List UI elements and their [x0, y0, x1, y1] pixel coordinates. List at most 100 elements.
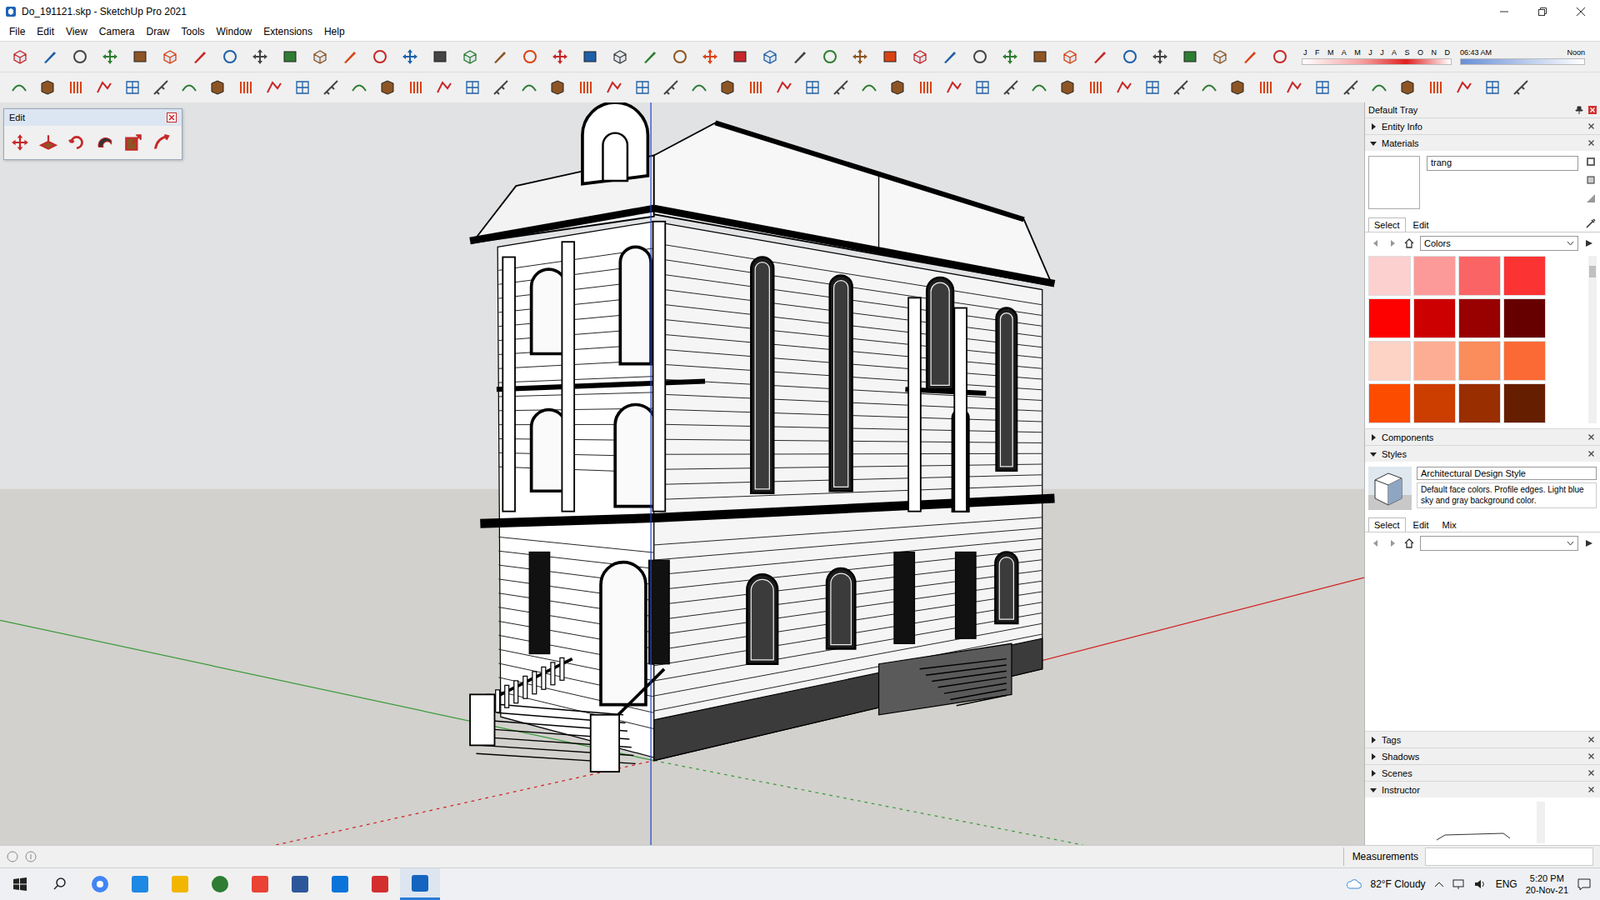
taskbar-app[interactable]: [160, 868, 200, 900]
tool-button[interactable]: [245, 43, 275, 70]
panel-header[interactable]: Styles: [1365, 445, 1600, 462]
tool-button[interactable]: [1025, 74, 1054, 101]
tool-button[interactable]: [883, 74, 912, 101]
details-icon[interactable]: [1583, 537, 1595, 550]
month-slider[interactable]: [1301, 58, 1452, 65]
tool-button[interactable]: [401, 74, 430, 101]
default-material-icon[interactable]: [1585, 174, 1597, 186]
tool-button[interactable]: [275, 43, 305, 70]
tool-button[interactable]: [425, 43, 455, 70]
scrollbar[interactable]: [1588, 255, 1597, 424]
close-icon[interactable]: [1587, 450, 1595, 458]
taskbar-app[interactable]: [360, 868, 400, 900]
tool-button[interactable]: [1393, 74, 1422, 101]
material-swatch[interactable]: [1368, 340, 1411, 381]
tool-button[interactable]: [125, 43, 155, 70]
create-material-icon[interactable]: [1585, 155, 1597, 168]
edit-tool-button[interactable]: [5, 129, 35, 156]
panel-header[interactable]: Scenes: [1365, 764, 1600, 781]
weather-text[interactable]: 82°F Cloudy: [1370, 878, 1425, 890]
edit-tool-button[interactable]: [119, 129, 148, 156]
home-icon[interactable]: [1403, 537, 1415, 550]
tool-button[interactable]: [855, 74, 884, 101]
menu-item[interactable]: Window: [210, 25, 259, 38]
tool-button[interactable]: [485, 43, 515, 70]
panel-header[interactable]: Shadows: [1365, 747, 1600, 765]
material-swatch[interactable]: [1413, 298, 1456, 339]
edit-tool-button[interactable]: [62, 129, 91, 156]
menu-item[interactable]: Extensions: [257, 25, 319, 38]
minimize-button[interactable]: [1485, 0, 1524, 23]
close-icon[interactable]: [1587, 752, 1595, 760]
tool-button[interactable]: [1085, 43, 1115, 70]
material-name-field[interactable]: trang: [1426, 155, 1579, 171]
tool-button[interactable]: [458, 74, 487, 101]
tool-button[interactable]: [996, 74, 1025, 101]
close-icon[interactable]: [1587, 122, 1595, 130]
material-swatch[interactable]: [1503, 298, 1546, 339]
tool-button[interactable]: [1265, 43, 1295, 70]
tool-button[interactable]: [95, 43, 125, 70]
material-swatch[interactable]: [1368, 255, 1411, 296]
tool-button[interactable]: [875, 43, 905, 70]
back-icon[interactable]: [1370, 537, 1382, 550]
style-name-field[interactable]: Architectural Design Style: [1416, 466, 1597, 480]
tool-button[interactable]: [845, 43, 875, 70]
tool-button[interactable]: [1450, 74, 1479, 101]
tool-button[interactable]: [935, 43, 965, 70]
tool-button[interactable]: [260, 74, 289, 101]
material-swatch[interactable]: [1368, 383, 1411, 424]
panel-tab[interactable]: Select: [1368, 217, 1406, 232]
tool-button[interactable]: [345, 74, 374, 101]
time-slider[interactable]: [1460, 58, 1585, 65]
tool-button[interactable]: [1053, 74, 1082, 101]
tool-button[interactable]: [175, 74, 204, 101]
tool-button[interactable]: [1110, 74, 1139, 101]
tool-button[interactable]: [1308, 74, 1337, 101]
tool-button[interactable]: [1478, 74, 1507, 101]
taskbar-app[interactable]: [400, 868, 440, 900]
tool-button[interactable]: [543, 74, 572, 101]
tool-button[interactable]: [146, 74, 175, 101]
tool-button[interactable]: [90, 74, 119, 101]
panel-header[interactable]: Instructor: [1365, 780, 1600, 798]
tool-button[interactable]: [628, 74, 657, 101]
menu-item[interactable]: Tools: [175, 25, 211, 38]
tool-button[interactable]: [905, 43, 935, 70]
home-icon[interactable]: [1403, 237, 1415, 250]
tool-button[interactable]: [1280, 74, 1309, 101]
tool-button[interactable]: [635, 43, 665, 70]
tool-button[interactable]: [185, 43, 215, 70]
tool-button[interactable]: [1175, 43, 1205, 70]
close-icon[interactable]: [1587, 735, 1595, 744]
geo-location-icon[interactable]: [6, 850, 19, 863]
tool-button[interactable]: [695, 43, 725, 70]
tool-button[interactable]: [1195, 74, 1224, 101]
tool-button[interactable]: [1205, 43, 1235, 70]
tool-button[interactable]: [1506, 74, 1535, 101]
tool-button[interactable]: [5, 43, 35, 70]
tool-button[interactable]: [155, 43, 185, 70]
tool-button[interactable]: [911, 74, 940, 101]
panel-header[interactable]: Entity Info: [1365, 117, 1600, 135]
menu-item[interactable]: Help: [318, 25, 351, 38]
taskbar-app[interactable]: [320, 868, 360, 900]
tool-button[interactable]: [118, 74, 147, 101]
library-dropdown[interactable]: Colors: [1420, 235, 1579, 251]
tool-button[interactable]: [1223, 74, 1252, 101]
tool-button[interactable]: [1081, 74, 1110, 101]
tool-button[interactable]: [1251, 74, 1280, 101]
menu-item[interactable]: Draw: [140, 25, 176, 38]
edit-tool-button[interactable]: [34, 129, 63, 156]
model-viewport[interactable]: Edit: [0, 102, 1365, 845]
tool-button[interactable]: [455, 43, 485, 70]
chevron-up-icon[interactable]: [1434, 880, 1445, 889]
tool-button[interactable]: [940, 74, 969, 101]
tool-button[interactable]: [316, 74, 345, 101]
tool-button[interactable]: [305, 43, 335, 70]
tool-button[interactable]: [1115, 43, 1145, 70]
material-swatch[interactable]: [1413, 383, 1456, 424]
measurements-field[interactable]: [1425, 847, 1594, 866]
tool-button[interactable]: [965, 43, 995, 70]
tool-button[interactable]: [33, 74, 62, 101]
